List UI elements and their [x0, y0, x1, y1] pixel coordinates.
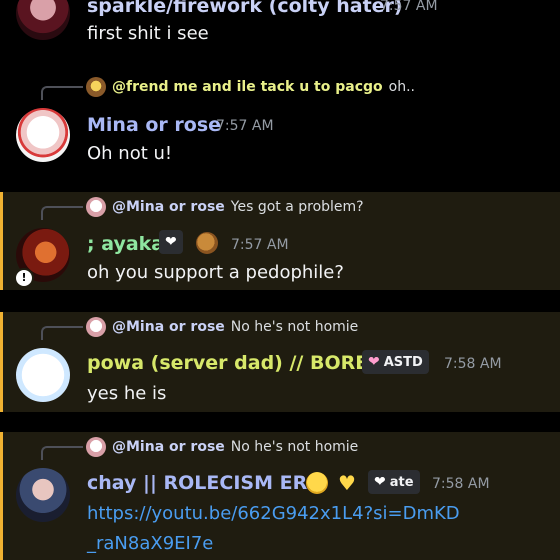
- cookie-emoji-icon: [196, 232, 218, 254]
- reply-mention[interactable]: @Mina or rose: [112, 199, 225, 215]
- reply-text: Yes got a problem?: [230, 199, 364, 215]
- reply-text: oh..: [388, 79, 415, 95]
- role-tag: ate: [389, 474, 414, 490]
- heart-hands-emoji-icon: ♥: [338, 471, 356, 495]
- author-name[interactable]: Mina or rose: [87, 114, 221, 136]
- reply-spine: [41, 206, 83, 220]
- author-name[interactable]: sparkle/firework (colty hater): [87, 0, 403, 17]
- avatar[interactable]: [16, 348, 70, 402]
- reply-preview[interactable]: @Mina or rose No he's not homie: [86, 316, 358, 338]
- timestamp: 7:57 AM: [231, 237, 289, 253]
- message-link-continued[interactable]: _raN8aX9EI7e: [87, 533, 213, 554]
- heart-icon: ❤: [374, 474, 386, 490]
- pleading-face-emoji-icon: [306, 472, 328, 494]
- avatar[interactable]: [16, 468, 70, 522]
- message-text: yes he is: [87, 383, 167, 404]
- reply-text: No he's not homie: [230, 439, 359, 455]
- reply-mention[interactable]: @Mina or rose: [112, 319, 225, 335]
- heart-icon: ❤: [368, 354, 380, 370]
- timestamp: 7:58 AM: [444, 356, 502, 372]
- role-badge[interactable]: ❤ ate: [368, 470, 420, 494]
- author-name[interactable]: ; ayaka: [87, 233, 164, 255]
- reply-avatar: [86, 197, 106, 217]
- reply-avatar: [86, 77, 106, 97]
- reply-text: No he's not homie: [230, 319, 359, 335]
- reply-avatar: [86, 317, 106, 337]
- reply-mention[interactable]: @frend me and ile tack u to pacgo: [112, 79, 383, 95]
- reply-preview[interactable]: @Mina or rose Yes got a problem?: [86, 196, 364, 218]
- avatar[interactable]: [16, 108, 70, 162]
- message-chay: @Mina or rose No he's not homie chay || …: [0, 432, 560, 560]
- message-link[interactable]: https://youtu.be/662G942x1L4?si=DmKD: [87, 503, 460, 524]
- message-ayaka: @Mina or rose Yes got a problem? ! ; aya…: [0, 192, 560, 290]
- heart-badge[interactable]: ❤: [159, 230, 183, 254]
- author-name[interactable]: chay || ROLECISM ERA: [87, 472, 322, 494]
- timestamp: 7:58 AM: [432, 476, 490, 492]
- reply-spine: [41, 86, 83, 100]
- reply-preview[interactable]: @Mina or rose No he's not homie: [86, 436, 358, 458]
- message-text: first shit i see: [87, 23, 209, 44]
- role-tag: ASTD: [383, 354, 423, 370]
- reply-spine: [41, 446, 83, 460]
- author-name[interactable]: powa (server dad) // BORED: [87, 352, 384, 374]
- reply-mention[interactable]: @Mina or rose: [112, 439, 225, 455]
- status-icon: !: [14, 268, 34, 288]
- message-text: Oh not u!: [87, 143, 173, 164]
- message-mina: @frend me and ile tack u to pacgo oh.. M…: [0, 72, 560, 182]
- avatar[interactable]: [16, 0, 70, 40]
- role-badge[interactable]: ❤ ASTD: [362, 350, 429, 374]
- message-text: oh you support a pedophile?: [87, 262, 344, 283]
- message-powa: @Mina or rose No he's not homie powa (se…: [0, 312, 560, 412]
- reply-preview[interactable]: @frend me and ile tack u to pacgo oh..: [86, 76, 415, 98]
- timestamp: 7:57 AM: [216, 118, 274, 134]
- timestamp: 7:57 AM: [380, 0, 438, 14]
- reply-spine: [41, 326, 83, 340]
- reply-avatar: [86, 437, 106, 457]
- message-sparkle: sparkle/firework (colty hater) 7:57 AM f…: [0, 0, 560, 62]
- heart-icon: ❤: [165, 234, 177, 250]
